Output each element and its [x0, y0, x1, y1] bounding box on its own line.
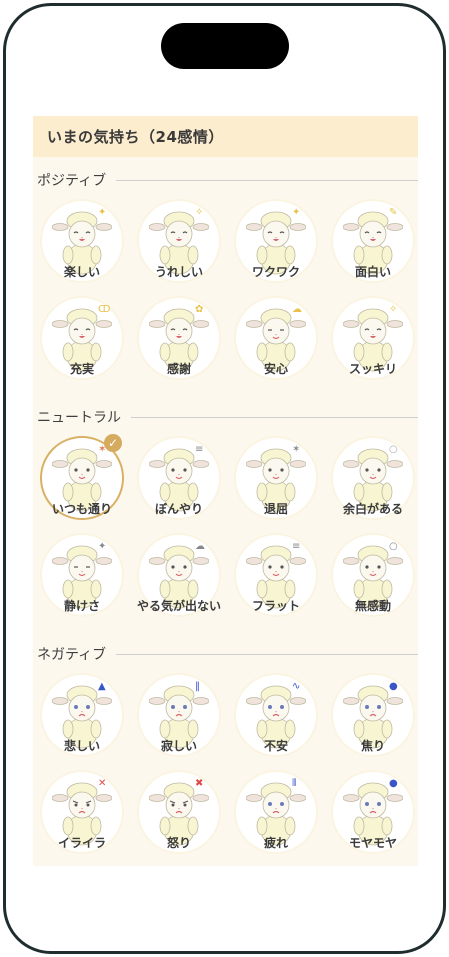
emotion-option[interactable]: ○ 無感動 [329, 531, 417, 627]
svg-text:ↀ: ↀ [98, 304, 110, 315]
svg-text:✎: ✎ [389, 207, 397, 218]
svg-text:≡: ≡ [195, 444, 203, 455]
camera-notch [161, 23, 289, 69]
panel-title: いまの気持ち（24感情） [33, 116, 418, 157]
section-header: ネガティブ [33, 641, 418, 667]
phone-frame: いまの気持ち（24感情） ポジティブ ✦ 楽しい ✧ うれしい ✦ ワクワク ✎… [3, 3, 446, 954]
emotion-label: 焦り [360, 739, 385, 753]
section-divider [131, 416, 418, 418]
emotion-option[interactable]: ✦ 楽しい [38, 197, 126, 293]
svg-text:✧: ✧ [389, 304, 397, 315]
emotion-label: うれしい [154, 265, 203, 279]
section-header: ポジティブ [33, 167, 418, 193]
emotion-label: 悲しい [63, 739, 100, 753]
emotion-sections: ポジティブ ✦ 楽しい ✧ うれしい ✦ ワクワク ✎ 面白い ↀ 充実 ✿ 感… [33, 167, 418, 864]
svg-text:○: ○ [389, 444, 398, 455]
emotion-label: 静けさ [63, 599, 100, 613]
emotion-option[interactable]: ✎ 面白い [329, 197, 417, 293]
emotion-label: 無感動 [354, 599, 391, 613]
emotion-option[interactable]: ○ 余白がある [329, 434, 417, 530]
emotion-label: 退屈 [263, 502, 288, 516]
emotion-label: イライラ [57, 836, 106, 850]
emotion-option[interactable]: ∿ 不安 [232, 671, 320, 767]
emotion-label: ワクワク [251, 265, 300, 279]
emotion-option[interactable]: ≡ フラット [232, 531, 320, 627]
svg-text:✶: ✶ [292, 444, 300, 455]
svg-text:∿: ∿ [292, 681, 300, 692]
emotion-label: 疲れ [263, 836, 288, 850]
svg-text:▲: ▲ [98, 681, 106, 692]
emotion-label: 楽しい [63, 265, 100, 279]
emotion-label: 安心 [263, 362, 288, 376]
svg-text:✦: ✦ [98, 207, 106, 218]
emotion-label: 感謝 [166, 362, 191, 376]
section-title: ネガティブ [37, 647, 107, 663]
emotion-label: フラット [251, 599, 300, 613]
emotion-option[interactable]: ✦ ワクワク [232, 197, 320, 293]
section-title: ニュートラル [37, 410, 121, 426]
svg-text:☁: ☁ [292, 304, 302, 315]
svg-text:✦: ✦ [292, 207, 300, 218]
emotion-label: スッキリ [348, 362, 397, 376]
emotion-label: 不安 [263, 739, 288, 753]
emotion-option[interactable]: ✧ スッキリ [329, 294, 417, 390]
svg-text:✦: ✦ [98, 541, 106, 552]
svg-text:≡: ≡ [292, 541, 300, 552]
check-icon: ✓ [104, 434, 122, 452]
emotion-section: ネガティブ ▲ 悲しい ‖ 寂しい ∿ 不安 ● 焦り ✕ イライラ ✖ 怒り … [33, 641, 418, 864]
svg-text:☁: ☁ [195, 541, 205, 552]
emotion-option[interactable]: ✕ イライラ [38, 768, 126, 864]
emotion-option[interactable]: ✧ うれしい [135, 197, 223, 293]
emotion-option[interactable]: ≡ ぼんやり [135, 434, 223, 530]
emotion-label: 寂しい [160, 739, 197, 753]
emotion-option[interactable]: ● 焦り [329, 671, 417, 767]
section-divider [116, 179, 418, 181]
emotion-grid: ▲ 悲しい ‖ 寂しい ∿ 不安 ● 焦り ✕ イライラ ✖ 怒り ⦀ 疲れ ●… [33, 671, 418, 864]
svg-text:○: ○ [389, 541, 398, 552]
emotion-label: モヤモヤ [348, 836, 397, 850]
emotion-option[interactable]: ✶ ✓ いつも通り [38, 434, 126, 530]
emotion-option[interactable]: ⦀ 疲れ [232, 768, 320, 864]
emotion-option[interactable]: ☁ やる気が出ない [135, 531, 223, 627]
emotion-option[interactable]: ✖ 怒り [135, 768, 223, 864]
svg-text:✧: ✧ [195, 207, 203, 218]
emotion-grid: ✦ 楽しい ✧ うれしい ✦ ワクワク ✎ 面白い ↀ 充実 ✿ 感謝 ☁ 安心… [33, 197, 418, 390]
emotion-option[interactable]: ▲ 悲しい [38, 671, 126, 767]
emotion-label: 面白い [354, 265, 391, 279]
emotion-label: やる気が出ない [136, 599, 221, 613]
emotion-label: 怒り [166, 836, 191, 850]
svg-text:✿: ✿ [195, 304, 203, 315]
emotion-option[interactable]: ● モヤモヤ [329, 768, 417, 864]
svg-text:●: ● [389, 681, 398, 692]
emotion-panel: いまの気持ち（24感情） ポジティブ ✦ 楽しい ✧ うれしい ✦ ワクワク ✎… [33, 116, 418, 866]
svg-text:●: ● [389, 778, 398, 789]
svg-text:‖: ‖ [195, 681, 200, 692]
emotion-option[interactable]: ✿ 感謝 [135, 294, 223, 390]
svg-text:✖: ✖ [195, 778, 203, 789]
section-title: ポジティブ [37, 173, 107, 189]
section-divider [116, 653, 418, 655]
emotion-label: 余白がある [342, 502, 403, 516]
emotion-label: いつも通り [51, 502, 112, 516]
emotion-label: 充実 [69, 362, 94, 376]
emotion-option[interactable]: ↀ 充実 [38, 294, 126, 390]
emotion-option[interactable]: ✶ 退屈 [232, 434, 320, 530]
emotion-section: ポジティブ ✦ 楽しい ✧ うれしい ✦ ワクワク ✎ 面白い ↀ 充実 ✿ 感… [33, 167, 418, 390]
emotion-option[interactable]: ☁ 安心 [232, 294, 320, 390]
emotion-label: ぼんやり [154, 502, 203, 516]
section-header: ニュートラル [33, 404, 418, 430]
svg-text:✕: ✕ [98, 778, 106, 789]
emotion-option[interactable]: ✦ 静けさ [38, 531, 126, 627]
svg-text:⦀: ⦀ [292, 778, 296, 789]
emotion-grid: ✶ ✓ いつも通り ≡ ぼんやり ✶ 退屈 ○ 余白がある ✦ 静けさ ☁ やる… [33, 434, 418, 627]
emotion-option[interactable]: ‖ 寂しい [135, 671, 223, 767]
emotion-section: ニュートラル ✶ ✓ いつも通り ≡ ぼんやり ✶ 退屈 ○ 余白がある ✦ 静… [33, 404, 418, 627]
